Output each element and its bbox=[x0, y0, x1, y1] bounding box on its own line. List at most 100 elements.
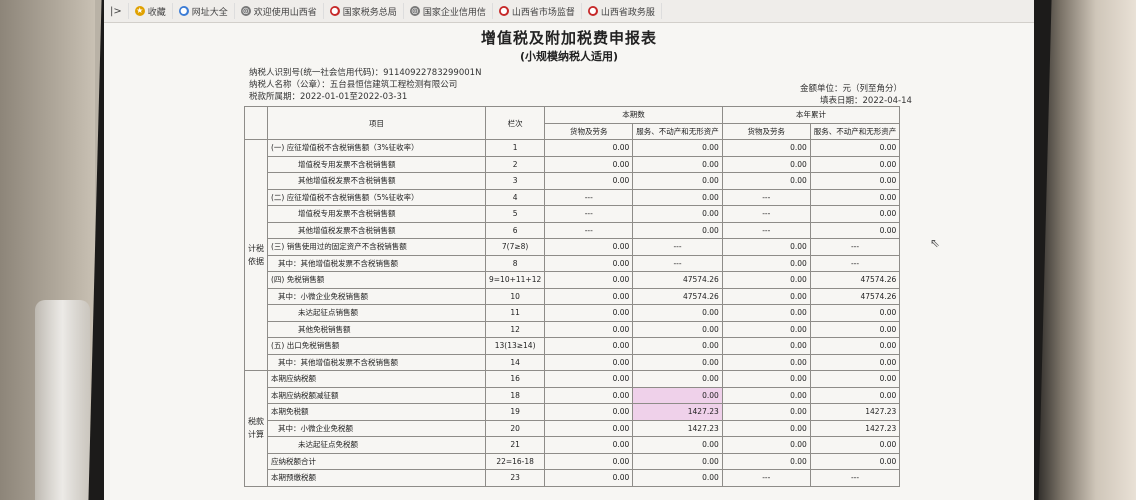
amount-cell[interactable]: 0.00 bbox=[632, 172, 723, 190]
amount-cell[interactable]: 0.00 bbox=[809, 337, 901, 355]
row-column-number: 20 bbox=[484, 419, 546, 437]
amount-cell[interactable]: 0.00 bbox=[632, 436, 723, 454]
amount-cell[interactable]: --- bbox=[544, 205, 634, 223]
amount-cell[interactable]: 0.00 bbox=[632, 469, 723, 487]
amount-cell[interactable]: 0.00 bbox=[809, 452, 901, 470]
amount-cell[interactable]: 0.00 bbox=[544, 172, 634, 190]
bookmark-item[interactable]: ● 网址大全 bbox=[173, 3, 235, 19]
amount-cell[interactable]: 0.00 bbox=[544, 155, 634, 173]
amount-cell[interactable]: 0.00 bbox=[721, 386, 811, 404]
amount-cell[interactable]: 0.00 bbox=[809, 221, 901, 239]
amount-cell[interactable]: 0.00 bbox=[544, 403, 634, 421]
amount-cell[interactable]: 0.00 bbox=[721, 155, 811, 173]
amount-cell[interactable]: 0.00 bbox=[544, 370, 634, 388]
amount-cell[interactable]: --- bbox=[544, 221, 634, 239]
amount-cell[interactable]: 0.00 bbox=[721, 304, 811, 322]
amount-cell[interactable]: 0.00 bbox=[544, 254, 634, 272]
amount-cell[interactable]: 0.00 bbox=[632, 304, 723, 322]
amount-cell[interactable]: --- bbox=[632, 254, 723, 272]
amount-cell[interactable]: 0.00 bbox=[721, 238, 811, 256]
amount-cell[interactable]: 0.00 bbox=[632, 205, 723, 223]
bookmark-item[interactable]: ● 山西省政务服 bbox=[582, 3, 662, 19]
amount-cell[interactable]: 0.00 bbox=[721, 287, 811, 305]
amount-cell[interactable]: 0.00 bbox=[544, 139, 634, 157]
goods-header: 货物及劳务 bbox=[544, 122, 634, 140]
row-column-number: 5 bbox=[484, 205, 546, 223]
bookmark-item[interactable]: ● 山西省市场监督 bbox=[493, 3, 582, 19]
amount-cell[interactable]: 0.00 bbox=[632, 188, 723, 206]
amount-cell[interactable]: 1427.23 bbox=[809, 419, 901, 437]
amount-cell[interactable]: 0.00 bbox=[809, 155, 901, 173]
amount-cell[interactable]: 0.00 bbox=[544, 469, 634, 487]
amount-cell[interactable]: 0.00 bbox=[809, 139, 901, 157]
amount-cell[interactable]: 47574.26 bbox=[632, 287, 723, 305]
amount-cell[interactable]: --- bbox=[721, 469, 811, 487]
amount-cell[interactable]: 0.00 bbox=[809, 436, 901, 454]
bookmark-item[interactable]: ● 国家税务总局 bbox=[324, 3, 404, 19]
amount-cell[interactable]: 0.00 bbox=[632, 320, 723, 338]
amount-cell[interactable]: 0.00 bbox=[721, 254, 811, 272]
amount-cell[interactable]: 0.00 bbox=[632, 139, 723, 157]
row-column-number: 9=10+11+12 bbox=[484, 271, 546, 289]
sidebar-toggle-button[interactable]: |> bbox=[104, 3, 129, 19]
bookmark-item[interactable]: ◎ 国家企业信用信 bbox=[404, 3, 493, 19]
amount-cell[interactable]: 0.00 bbox=[721, 452, 811, 470]
amount-cell[interactable]: 0.00 bbox=[809, 320, 901, 338]
amount-cell[interactable]: 0.00 bbox=[544, 287, 634, 305]
amount-cell[interactable]: --- bbox=[809, 254, 901, 272]
form-title: 增值税及附加税费申报表 bbox=[480, 29, 657, 47]
amount-cell[interactable]: 0.00 bbox=[809, 304, 901, 322]
amount-cell[interactable]: 0.00 bbox=[809, 353, 901, 371]
amount-cell[interactable]: 0.00 bbox=[632, 353, 723, 371]
amount-cell[interactable]: 1427.23 bbox=[632, 403, 723, 421]
amount-cell[interactable]: 0.00 bbox=[544, 304, 634, 322]
bookmark-item[interactable]: ★ 收藏 bbox=[129, 3, 173, 19]
table-row: 税款计算 本期应纳税额 16 0.00 0.00 0.00 0.00 bbox=[244, 370, 901, 487]
amount-cell[interactable]: 0.00 bbox=[721, 419, 811, 437]
amount-cell[interactable]: 0.00 bbox=[544, 452, 634, 470]
amount-cell[interactable]: 0.00 bbox=[544, 436, 634, 454]
amount-cell[interactable]: --- bbox=[809, 469, 901, 487]
amount-cell[interactable]: 47574.26 bbox=[809, 287, 901, 305]
amount-cell[interactable]: --- bbox=[721, 221, 811, 239]
amount-cell[interactable]: 0.00 bbox=[721, 172, 811, 190]
amount-cell[interactable]: 0.00 bbox=[544, 271, 634, 289]
bookmark-item[interactable]: ◎ 欢迎使用山西省 bbox=[235, 3, 324, 19]
amount-cell[interactable]: 0.00 bbox=[721, 337, 811, 355]
amount-cell[interactable]: 0.00 bbox=[632, 337, 723, 355]
amount-cell[interactable]: 0.00 bbox=[632, 370, 723, 388]
amount-cell[interactable]: 0.00 bbox=[721, 370, 811, 388]
amount-cell[interactable]: 0.00 bbox=[632, 221, 723, 239]
amount-cell[interactable]: 0.00 bbox=[721, 139, 811, 157]
amount-cell[interactable]: --- bbox=[721, 188, 811, 206]
amount-cell[interactable]: 0.00 bbox=[809, 386, 901, 404]
amount-cell[interactable]: 0.00 bbox=[809, 188, 901, 206]
amount-cell[interactable]: 0.00 bbox=[544, 337, 634, 355]
amount-cell[interactable]: 0.00 bbox=[544, 238, 634, 256]
amount-cell[interactable]: 0.00 bbox=[721, 353, 811, 371]
amount-cell[interactable]: --- bbox=[632, 238, 723, 256]
amount-cell[interactable]: 0.00 bbox=[809, 205, 901, 223]
amount-cell[interactable]: 47574.26 bbox=[632, 271, 723, 289]
amount-cell[interactable]: 0.00 bbox=[721, 320, 811, 338]
amount-cell[interactable]: --- bbox=[721, 205, 811, 223]
amount-cell[interactable]: 0.00 bbox=[544, 353, 634, 371]
amount-cell[interactable]: 0.00 bbox=[721, 403, 811, 421]
amount-cell[interactable]: 0.00 bbox=[809, 172, 901, 190]
table-row: 未达起征点免税额 21 0.00 0.00 0.00 0.00 bbox=[245, 436, 901, 454]
row-column-number: 18 bbox=[484, 386, 546, 404]
amount-cell[interactable]: 1427.23 bbox=[632, 419, 723, 437]
amount-cell[interactable]: 0.00 bbox=[632, 452, 723, 470]
amount-cell[interactable]: 0.00 bbox=[632, 386, 723, 404]
amount-cell[interactable]: 1427.23 bbox=[809, 403, 901, 421]
amount-cell[interactable]: --- bbox=[809, 238, 901, 256]
amount-cell[interactable]: 47574.26 bbox=[809, 271, 901, 289]
amount-cell[interactable]: 0.00 bbox=[632, 155, 723, 173]
amount-cell[interactable]: 0.00 bbox=[721, 436, 811, 454]
amount-cell[interactable]: 0.00 bbox=[544, 320, 634, 338]
amount-cell[interactable]: 0.00 bbox=[544, 419, 634, 437]
amount-cell[interactable]: --- bbox=[544, 188, 634, 206]
amount-cell[interactable]: 0.00 bbox=[544, 386, 634, 404]
amount-cell[interactable]: 0.00 bbox=[809, 370, 901, 388]
amount-cell[interactable]: 0.00 bbox=[721, 271, 811, 289]
